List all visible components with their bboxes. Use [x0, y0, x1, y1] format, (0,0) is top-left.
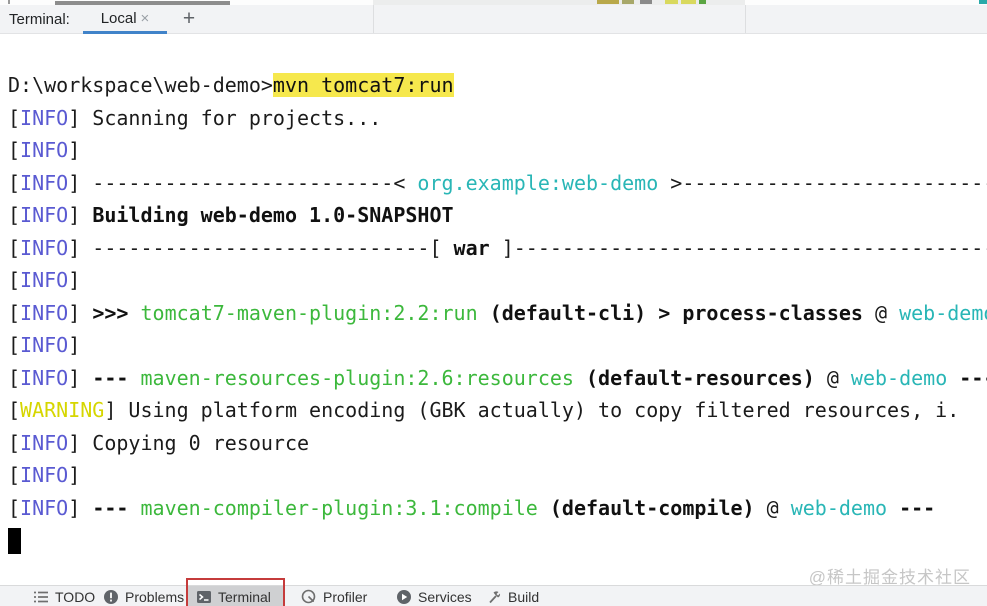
build-icon — [486, 589, 502, 605]
new-session-button[interactable]: + — [179, 5, 199, 34]
clipped-code-mark — [622, 0, 634, 4]
plus-icon: + — [182, 7, 196, 30]
profiler-icon — [301, 589, 317, 605]
clipped-code-mark — [699, 0, 706, 4]
terminal-line: [WARNING] Using platform encoding (GBK a… — [8, 398, 960, 422]
clipped-code-mark — [640, 0, 652, 4]
tabbar-separator — [373, 5, 374, 33]
terminal-output: D:\workspace\web-demo>mvn tomcat7:run [IN… — [8, 69, 987, 524]
problems-icon — [103, 589, 119, 605]
toolwindow-button-label: Build — [508, 589, 540, 605]
clipped-tree-guideline — [8, 0, 10, 4]
terminal-line: [INFO] Scanning for projects... — [8, 105, 382, 130]
tab-local[interactable]: Local × — [83, 5, 167, 34]
terminal-line: [INFO] — [8, 268, 81, 292]
toolwindow-button-label: Terminal — [218, 589, 271, 605]
terminal-line: [INFO] -------------------------< org.ex… — [8, 170, 987, 195]
toolwindow-button-label: Services — [418, 589, 472, 605]
services-icon — [396, 589, 412, 605]
tabbar-separator — [745, 5, 746, 33]
terminal-cursor — [8, 528, 21, 554]
terminal-line: [INFO] --- maven-resources-plugin:2.6:re… — [8, 365, 987, 390]
toolwindow-button-profiler[interactable]: Profiler — [301, 589, 367, 605]
clipped-code-mark — [979, 0, 987, 4]
toolwindow-button-problems[interactable]: Problems — [103, 589, 184, 605]
toolwindow-button-label: TODO — [55, 589, 96, 605]
terminal-line: [INFO] >>> tomcat7-maven-plugin:2.2:run … — [8, 300, 987, 325]
terminal-line: [INFO] Building web-demo 1.0-SNAPSHOT — [8, 203, 454, 227]
close-icon[interactable]: × — [141, 10, 150, 27]
terminal-content-area[interactable]: D:\workspace\web-demo>mvn tomcat7:run [IN… — [0, 34, 987, 585]
terminal-line: [INFO] ----------------------------[ war… — [8, 235, 987, 260]
toolwindow-button-label: Problems — [125, 589, 185, 605]
terminal-icon — [196, 589, 212, 605]
terminal-line: [INFO] Copying 0 resource — [8, 430, 310, 455]
terminal-line: [INFO] — [8, 333, 81, 357]
terminal-line: [INFO] --- maven-compiler-plugin:3.1:com… — [8, 495, 936, 520]
terminal-line: [INFO] — [8, 463, 81, 487]
clipped-code-mark — [665, 0, 678, 4]
ide-terminal-panel: Terminal: Local × + D:\workspace\web-demo… — [0, 0, 987, 606]
toolwindow-button-build[interactable]: Build — [486, 589, 539, 605]
terminal-panel-label: Terminal: — [9, 11, 70, 28]
toolwindow-button-todo[interactable]: TODO — [33, 589, 95, 605]
clipped-code-mark — [597, 0, 619, 4]
tab-local-label: Local — [100, 10, 137, 27]
terminal-tab-bar: Terminal: Local × + — [0, 5, 987, 34]
toolwindow-button-services[interactable]: Services — [396, 589, 472, 605]
terminal-line: [INFO] — [8, 138, 81, 162]
toolwindow-button-terminal[interactable]: Terminal — [196, 589, 271, 605]
terminal-line: D:\workspace\web-demo>mvn tomcat7:run — [8, 73, 454, 97]
toolwindow-button-label: Profiler — [323, 589, 368, 605]
todo-icon — [33, 589, 49, 605]
tool-window-bar: TODO Problems Terminal Profiler Services — [0, 585, 987, 606]
clipped-code-mark — [681, 0, 696, 4]
